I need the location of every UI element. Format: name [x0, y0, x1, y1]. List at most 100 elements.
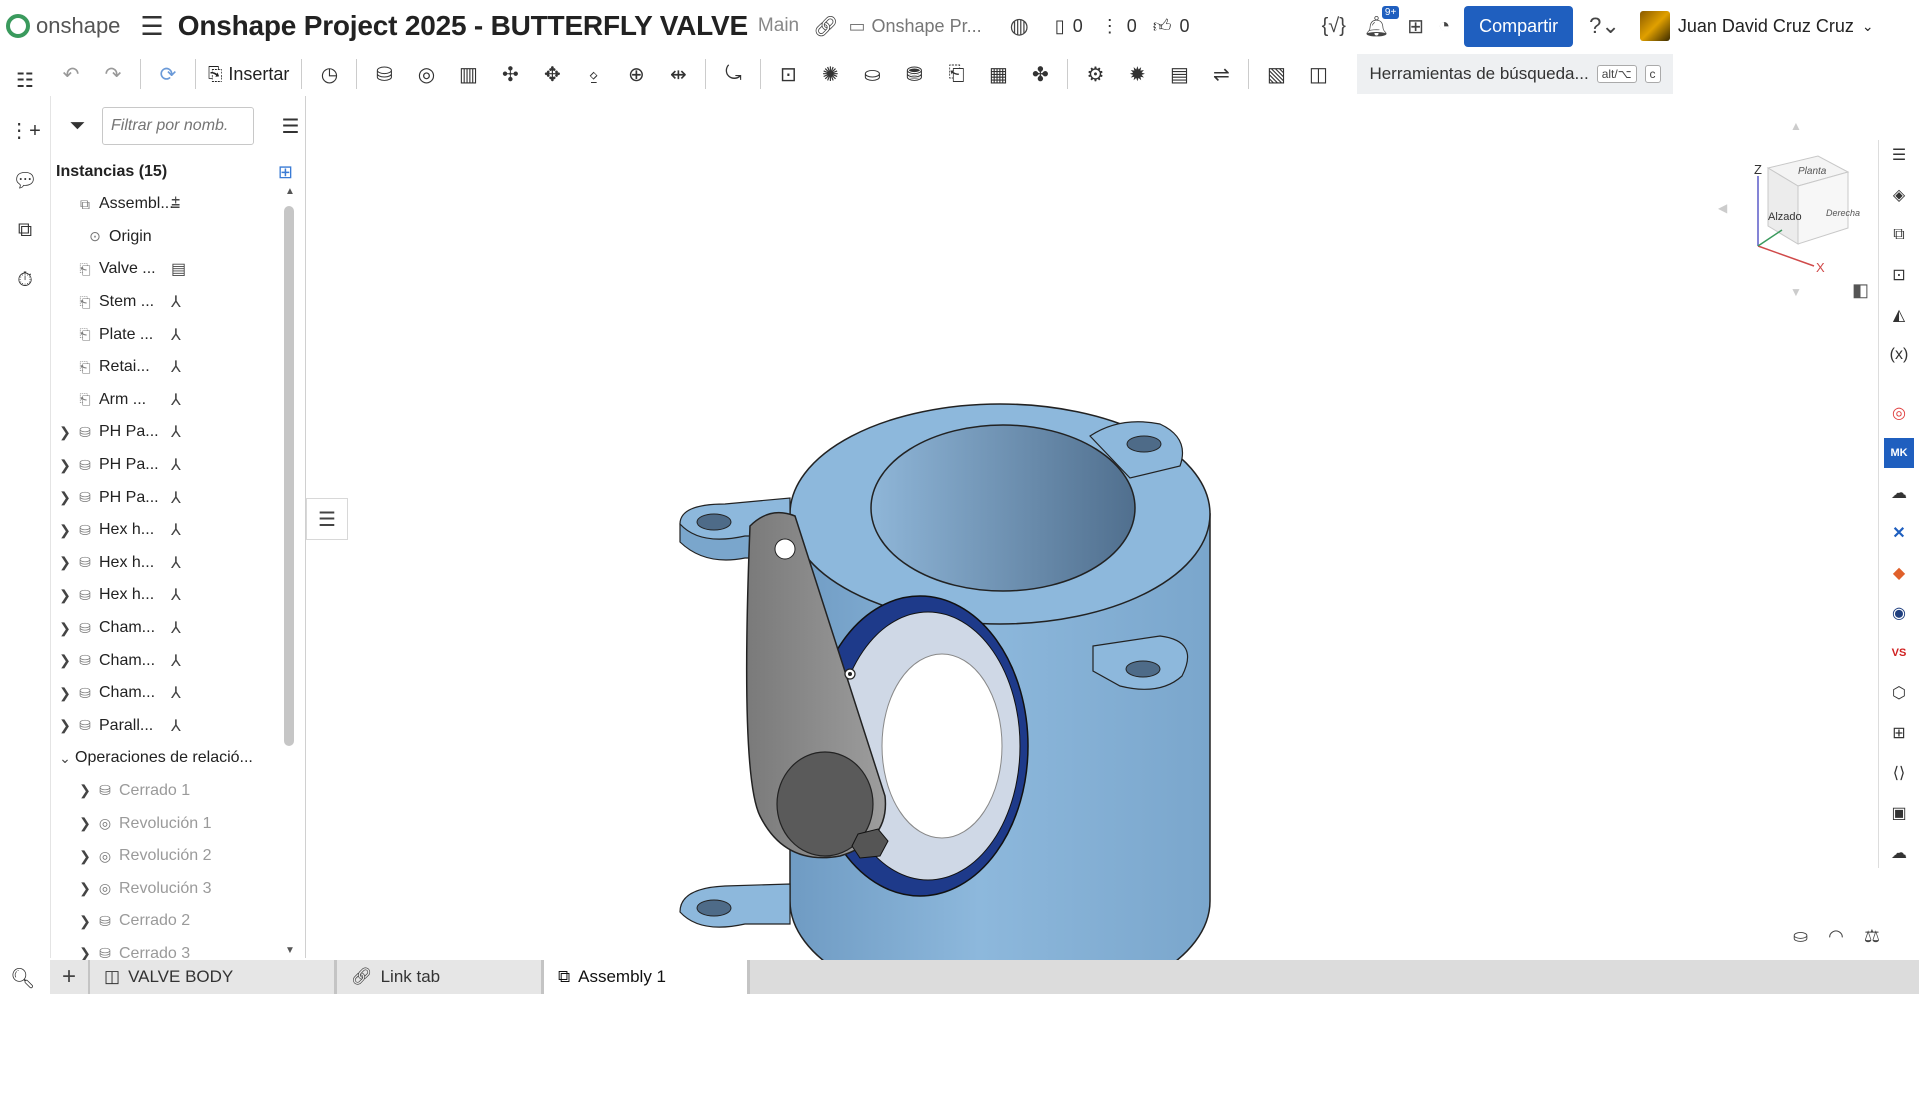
add-instance-icon[interactable]: ⋮+ [9, 114, 41, 146]
view-cube-front-face[interactable]: Alzado [1768, 211, 1802, 223]
cloud-app-icon[interactable]: ☁ [1884, 478, 1914, 508]
chevron-down-icon[interactable]: ⌄ [55, 750, 75, 767]
globe-icon[interactable]: ◍ [1010, 13, 1029, 39]
fastener-icon[interactable]: ✤ [1024, 58, 1056, 90]
view-cube-top-face[interactable]: Planta [1798, 166, 1827, 177]
chevron-right-icon[interactable]: ❯ [55, 489, 75, 506]
share-button[interactable]: Compartir [1464, 5, 1574, 47]
mate-item[interactable]: ❯ ◎ Revolución 3 [51, 872, 287, 905]
replicate-icon[interactable]: ◷ [313, 58, 345, 90]
chevron-right-icon[interactable]: ❯ [55, 652, 75, 669]
add-folder-icon[interactable]: ⊞ [278, 162, 293, 183]
appearance-icon[interactable]: ◈ [1884, 180, 1914, 210]
tree-item[interactable]: ❯ ⛁ Hex h... ⅄ [51, 514, 287, 547]
chevron-right-icon[interactable]: ❯ [75, 815, 95, 832]
mass-properties-icon[interactable]: ◭ [1884, 300, 1914, 330]
chevron-right-icon[interactable]: ❯ [55, 717, 75, 734]
rotate-down-arrow-icon[interactable]: ▼ [1790, 285, 1802, 299]
chevron-right-icon[interactable]: ❯ [75, 848, 95, 865]
view-cube-right-face[interactable]: Derecha [1826, 208, 1860, 218]
units-icon[interactable]: ⚖ [1864, 926, 1880, 947]
folder-breadcrumb[interactable]: ▭ Onshape Pr... [849, 16, 982, 37]
scroll-down-icon[interactable]: ▼ [285, 945, 295, 956]
x-app-icon[interactable]: ✕ [1884, 518, 1914, 548]
tree-item[interactable]: ❯ ⛁ Parall... ⅄ [51, 710, 287, 743]
scroll-up-icon[interactable]: ▲ [285, 186, 295, 197]
variables-table-icon[interactable]: (x) [1884, 340, 1914, 370]
render-app-icon[interactable]: ◉ [1884, 598, 1914, 628]
filter-icon[interactable]: ⏷ [63, 110, 92, 142]
scroll-thumb[interactable] [284, 206, 294, 746]
group-icon[interactable]: ⊡ [772, 58, 804, 90]
slider-mate-icon[interactable]: ▥ [452, 58, 484, 90]
chevron-right-icon[interactable]: ❯ [55, 587, 75, 604]
gear-relation-icon[interactable]: ✺ [814, 58, 846, 90]
linear-relation-icon[interactable]: ⎗ [940, 58, 972, 90]
mk-app-icon[interactable]: MK [1884, 438, 1914, 468]
likes-counter[interactable]: 👍︎ 0 [1153, 15, 1190, 37]
main-menu-icon[interactable]: ☰ [140, 11, 163, 42]
filter-input[interactable] [102, 107, 254, 145]
clearance-icon[interactable]: ◫ [1302, 58, 1334, 90]
tree-item[interactable]: ❯ ⛁ Hex h... ⅄ [51, 547, 287, 580]
explode-icon[interactable]: ▦ [982, 58, 1014, 90]
chevron-right-icon[interactable]: ❯ [75, 913, 95, 930]
add-tab-button[interactable]: + [50, 960, 90, 994]
chevron-right-icon[interactable]: ❯ [55, 522, 75, 539]
undo-icon[interactable]: ↶ [55, 58, 87, 90]
configuration-icon[interactable]: ⊡ [1884, 260, 1914, 290]
tree-item[interactable]: ❯ ⛁ PH Pa... ⅄ [51, 416, 287, 449]
insert-button[interactable]: ⎘ Insertar [208, 64, 289, 85]
measure-icon[interactable]: ⇌ [1205, 58, 1237, 90]
list-view-icon[interactable]: ☰ [276, 110, 305, 142]
robot-app-icon[interactable]: ⊞ [1884, 718, 1914, 748]
view-cube[interactable]: Z X Planta Alzado Derecha ▲ ▼ ◀ [1718, 116, 1874, 300]
branches-counter[interactable]: ⋮ 0 [1101, 16, 1137, 37]
comment-icon[interactable]: 💬︎ [9, 164, 41, 196]
color-app-icon[interactable]: ◆ [1884, 558, 1914, 588]
onshape-logo[interactable]: onshape [6, 13, 120, 39]
view-options-icon[interactable]: ◧ [1852, 280, 1869, 301]
parts-icon[interactable]: ⧉ [9, 214, 41, 246]
mate-item[interactable]: ❯ ◎ Revolución 2 [51, 840, 287, 873]
pin-slot-mate-icon[interactable]: ⍚ [578, 58, 610, 90]
tab-assembly-1[interactable]: ⧉ Assembly 1 [544, 960, 750, 994]
graphics-area[interactable] [330, 96, 1878, 960]
app-store-icon[interactable]: ⊞ [1407, 14, 1424, 39]
user-menu[interactable]: Juan David Cruz Cruz ⌄ [1639, 11, 1874, 41]
panel-scrollbar[interactable]: ▲ ▼ [284, 186, 295, 956]
gear-icon[interactable]: ⚙ [1079, 58, 1111, 90]
mate-item[interactable]: ❯ ⛁ Cerrado 2 [51, 905, 287, 938]
tree-item[interactable]: ⎗ Plate ... ⅄ [51, 318, 287, 351]
chevron-right-icon[interactable]: ❯ [55, 424, 75, 441]
tree-item[interactable]: ⎗ Valve ... ▤ [51, 253, 287, 286]
timer-icon[interactable]: ⏱︎ [9, 264, 41, 296]
chevron-right-icon[interactable]: ❯ [75, 880, 95, 897]
chevron-right-icon[interactable]: ❯ [55, 685, 75, 702]
bom-icon[interactable]: ⧉ [1884, 220, 1914, 250]
app-ring-icon[interactable]: ◎ [1884, 398, 1914, 428]
tree-item[interactable]: ❯ ⛁ Hex h... ⅄ [51, 579, 287, 612]
tree-item[interactable]: ⊙ Origin [51, 221, 287, 254]
rack-pinion-icon[interactable]: ⛀ [856, 58, 888, 90]
comb-icon[interactable]: ▤ [1163, 58, 1195, 90]
tree-item[interactable]: ❯ ⛁ Cham... ⅄ [51, 677, 287, 710]
cylindrical-mate-icon[interactable]: ✥ [536, 58, 568, 90]
box-app-icon[interactable]: ▣ [1884, 798, 1914, 828]
notifications-icon[interactable]: 🔔︎ 9+ [1364, 5, 1400, 39]
section-view-icon[interactable]: ▧ [1260, 58, 1292, 90]
variables-icon[interactable]: {√} [1322, 15, 1346, 38]
parallel-mate-icon[interactable]: ⇹ [662, 58, 694, 90]
chevron-right-icon[interactable]: ❯ [55, 620, 75, 637]
view-mode-icon[interactable]: ◠ [1828, 926, 1844, 947]
tree-item[interactable]: ⎗ Retai... ⅄ [51, 351, 287, 384]
learning-center-icon[interactable]: ◔ [1438, 15, 1450, 38]
branch-label[interactable]: Main [758, 15, 799, 37]
rotate-left-arrow-icon[interactable]: ◀ [1718, 201, 1728, 215]
rotate-up-arrow-icon[interactable]: ▲ [1790, 119, 1802, 133]
link-icon[interactable]: 🔗︎ [813, 14, 838, 39]
document-title[interactable]: Onshape Project 2025 - BUTTERFLY VALVE [178, 10, 748, 42]
tab-search-icon[interactable]: 🔍︎ [10, 966, 35, 991]
revolute-mate-icon[interactable]: ◎ [410, 58, 442, 90]
properties-icon[interactable]: ☰ [1884, 140, 1914, 170]
